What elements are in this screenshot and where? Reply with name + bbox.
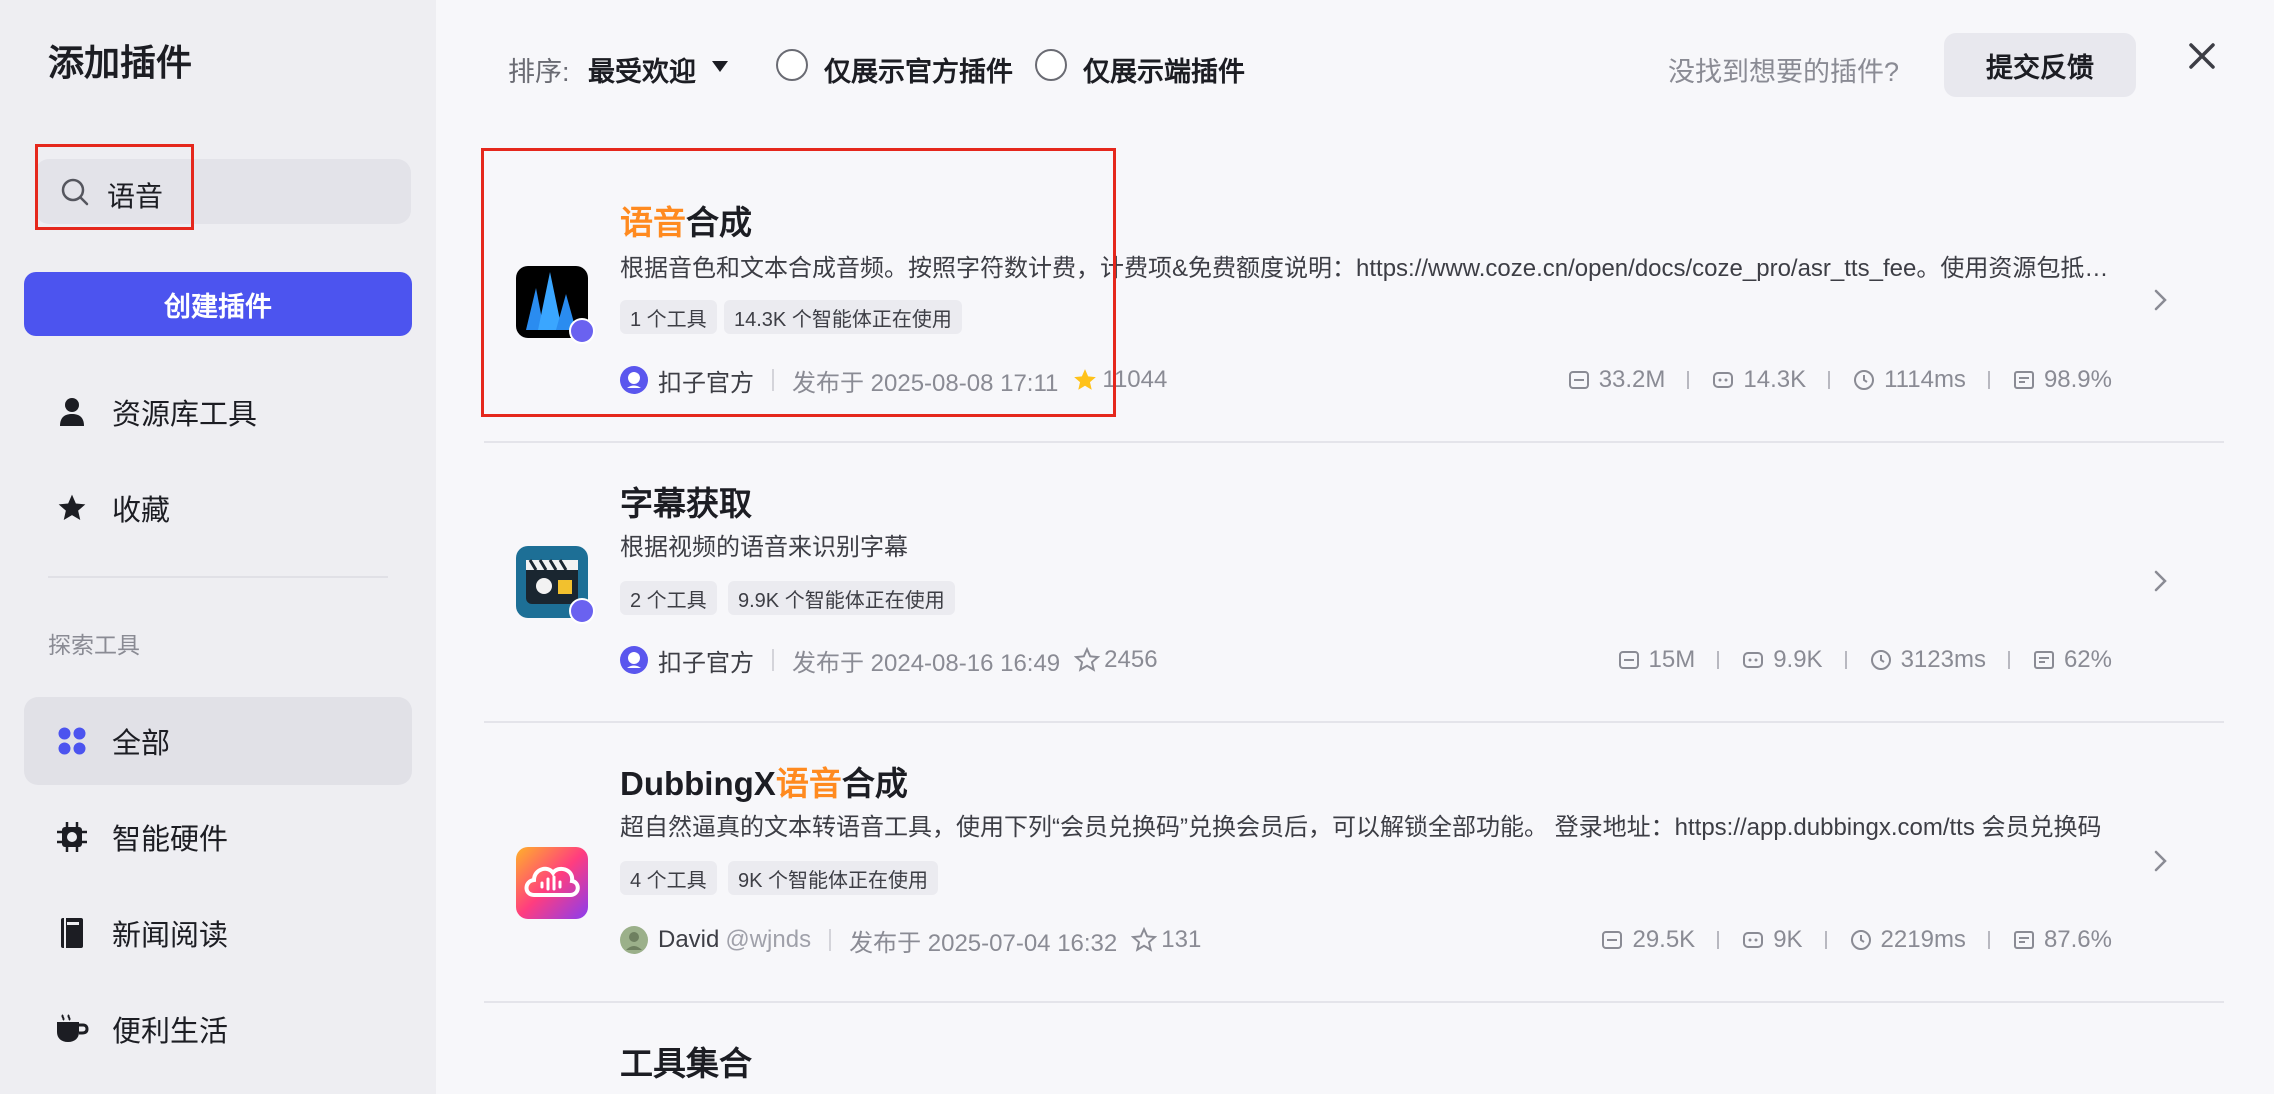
author-avatar bbox=[620, 926, 648, 954]
stat-calls: 15M bbox=[1617, 646, 1695, 674]
bot-icon bbox=[1743, 652, 1764, 668]
sidebar-item-label: 收藏 bbox=[112, 495, 171, 527]
chevron-right-icon[interactable] bbox=[2148, 288, 2172, 312]
stat-success: 98.9% bbox=[2012, 366, 2112, 394]
author-name[interactable]: 扣子官方 bbox=[658, 643, 754, 678]
stat-success: 87.6% bbox=[2012, 926, 2112, 954]
panel-title: 添加插件 bbox=[48, 42, 193, 83]
plugin-icon-dubbingx bbox=[516, 847, 588, 919]
meta-divider bbox=[772, 649, 774, 671]
plugin-title: DubbingX语音合成 bbox=[620, 765, 908, 802]
official-only-radio[interactable] bbox=[776, 49, 808, 81]
client-only-radio[interactable] bbox=[1035, 49, 1067, 81]
plugin-stats: 15M 9.9K 3123ms 62% bbox=[1617, 642, 2112, 678]
clock-icon bbox=[1854, 370, 1875, 390]
tag-tool-count: 2 个工具 bbox=[620, 581, 717, 615]
coffee-cup-icon bbox=[52, 1009, 92, 1049]
caret-down-icon[interactable] bbox=[712, 61, 728, 72]
tag-tool-count: 4 个工具 bbox=[620, 861, 717, 895]
annotation-box-card bbox=[481, 148, 1116, 417]
annotation-box-search bbox=[35, 144, 194, 230]
plugin-card[interactable]: 工具集合 bbox=[484, 1003, 2224, 1094]
success-rate-icon bbox=[2013, 371, 2034, 389]
stat-calls: 29.5K bbox=[1600, 926, 1695, 954]
author-avatar bbox=[620, 646, 648, 674]
author-name[interactable]: David bbox=[658, 926, 719, 954]
sidebar-item-favorites[interactable]: 收藏 bbox=[24, 464, 412, 552]
favorite-star-icon[interactable] bbox=[1074, 647, 1101, 673]
publish-date: 发布于 2025-07-04 16:32 bbox=[849, 929, 1118, 957]
plugin-meta: David @wjnds 发布于 2025-07-04 16:32 131 bbox=[620, 922, 1201, 958]
not-found-text: 没找到想要的插件? bbox=[1668, 57, 1900, 87]
stat-bots: 9.9K bbox=[1741, 646, 1823, 674]
sort-dropdown[interactable]: 最受欢迎 bbox=[588, 50, 696, 89]
sidebar-item-label: 新闻阅读 bbox=[112, 920, 229, 952]
tag-usage-count: 9.9K 个智能体正在使用 bbox=[728, 581, 955, 615]
plugin-description: 根据视频的语音来识别字幕 bbox=[620, 534, 908, 561]
stat-latency: 1114ms bbox=[1852, 366, 1966, 394]
sidebar: 添加插件 语音 创建插件 资源库工具 收藏 探索工具 全部 智能硬件 新闻阅读 … bbox=[0, 0, 436, 1094]
bot-icon bbox=[1743, 932, 1764, 948]
plugin-stats: 33.2M 14.3K 1114ms 98.9% bbox=[1567, 362, 2112, 398]
clock-icon bbox=[1870, 650, 1891, 670]
official-badge-icon bbox=[569, 598, 595, 624]
sidebar-item-label: 资源库工具 bbox=[112, 399, 258, 431]
plugin-description: 超自然逼真的文本转语音工具，使用下列“会员兑换码”兑换会员后，可以解锁全部功能。… bbox=[620, 814, 2102, 841]
favorite-count: 131 bbox=[1161, 926, 1202, 953]
sidebar-item-library-tools[interactable]: 资源库工具 bbox=[24, 368, 412, 456]
create-plugin-button[interactable]: 创建插件 bbox=[24, 272, 412, 336]
plugin-title: 工具集合 bbox=[620, 1045, 752, 1082]
sidebar-item-label: 智能硬件 bbox=[112, 824, 229, 856]
star-icon bbox=[52, 488, 92, 528]
plugin-card[interactable]: 字幕获取 根据视频的语音来识别字幕 2 个工具 9.9K 个智能体正在使用 扣子… bbox=[484, 443, 2224, 723]
favorite-star-icon[interactable] bbox=[1131, 927, 1158, 953]
person-icon bbox=[52, 392, 92, 432]
calls-icon bbox=[1618, 651, 1639, 669]
close-icon[interactable] bbox=[2180, 34, 2224, 78]
client-only-label[interactable]: 仅展示端插件 bbox=[1083, 50, 1245, 89]
sidebar-item-all[interactable]: 全部 bbox=[24, 697, 412, 785]
meta-divider bbox=[829, 929, 832, 951]
stat-success: 62% bbox=[2032, 646, 2112, 674]
grid-icon bbox=[52, 721, 92, 761]
section-label-explore: 探索工具 bbox=[48, 632, 140, 658]
sidebar-item-convenient-life[interactable]: 便利生活 bbox=[24, 985, 412, 1073]
stat-bots: 9K bbox=[1741, 926, 1803, 954]
sort-label: 排序: bbox=[508, 57, 570, 87]
chip-icon bbox=[52, 817, 92, 857]
sidebar-item-label: 全部 bbox=[112, 728, 171, 760]
plugin-stats: 29.5K 9K 2219ms 87.6% bbox=[1600, 922, 2112, 958]
sidebar-divider bbox=[48, 576, 388, 578]
clock-icon bbox=[1850, 930, 1871, 950]
calls-icon bbox=[1568, 371, 1589, 389]
bot-icon bbox=[1713, 372, 1734, 388]
sidebar-item-smart-hardware[interactable]: 智能硬件 bbox=[24, 793, 412, 881]
calls-icon bbox=[1602, 931, 1623, 949]
publish-date: 发布于 2024-08-16 16:49 bbox=[792, 649, 1061, 677]
stat-latency: 2219ms bbox=[1849, 926, 1966, 954]
book-icon bbox=[52, 913, 92, 953]
sidebar-item-label: 便利生活 bbox=[112, 1016, 229, 1048]
stat-calls: 33.2M bbox=[1567, 366, 1665, 394]
plugin-card[interactable]: DubbingX语音合成 超自然逼真的文本转语音工具，使用下列“会员兑换码”兑换… bbox=[484, 723, 2224, 1003]
chevron-right-icon[interactable] bbox=[2148, 569, 2172, 593]
sidebar-item-news-reading[interactable]: 新闻阅读 bbox=[24, 889, 412, 977]
stat-bots: 14.3K bbox=[1711, 366, 1806, 394]
submit-feedback-button[interactable]: 提交反馈 bbox=[1944, 33, 2136, 97]
author-handle[interactable]: @wjnds bbox=[725, 926, 811, 954]
plugin-title: 字幕获取 bbox=[620, 485, 752, 522]
chevron-right-icon[interactable] bbox=[2148, 849, 2172, 873]
success-rate-icon bbox=[2033, 651, 2054, 669]
tag-usage-count: 9K 个智能体正在使用 bbox=[728, 861, 939, 895]
official-only-label[interactable]: 仅展示官方插件 bbox=[824, 50, 1013, 89]
favorite-count: 2456 bbox=[1104, 646, 1158, 673]
stat-latency: 3123ms bbox=[1869, 646, 1986, 674]
success-rate-icon bbox=[2013, 931, 2034, 949]
plugin-meta: 扣子官方 发布于 2024-08-16 16:49 2456 bbox=[620, 642, 1158, 678]
